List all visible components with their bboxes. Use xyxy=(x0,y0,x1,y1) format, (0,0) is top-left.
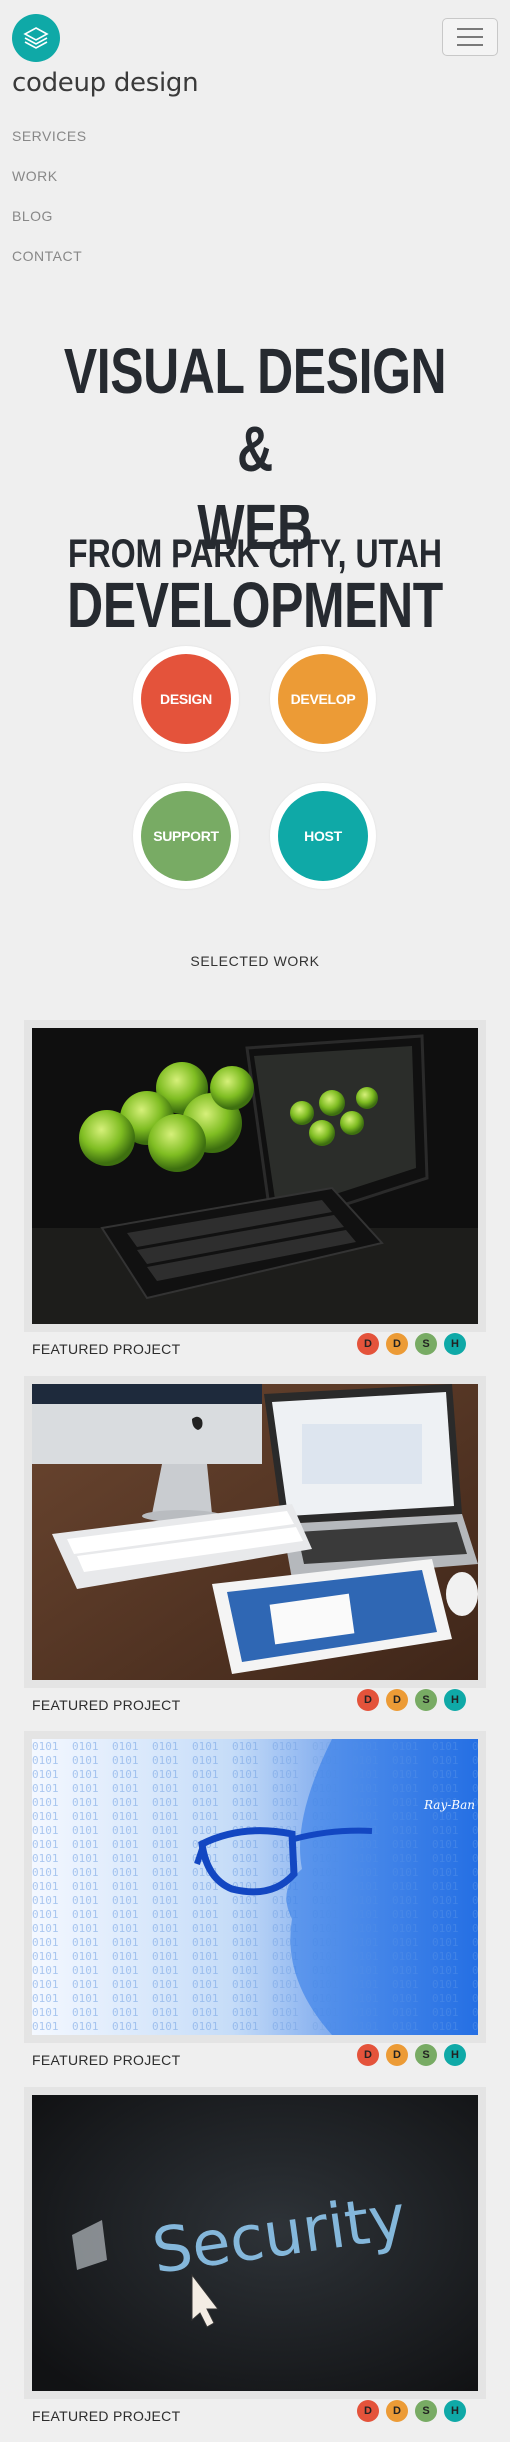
project-card[interactable]: Security xyxy=(24,2087,486,2399)
hamburger-icon-line xyxy=(457,44,483,46)
service-support-label: SUPPORT xyxy=(141,791,231,881)
badge-develop: D xyxy=(386,1333,408,1355)
nav-item-services[interactable]: SERVICES xyxy=(12,128,87,168)
hero-title-line-1: VISUAL DESIGN & xyxy=(63,335,447,485)
tablet-keyboard-image xyxy=(32,1028,478,1324)
badge-design: D xyxy=(357,1333,379,1355)
project-badges: D D S H xyxy=(357,2400,466,2422)
desk-devices-image xyxy=(32,1384,478,1680)
project-badges: D D S H xyxy=(357,2044,466,2066)
project-card[interactable]: 0101 Ray-Ban xyxy=(24,1731,486,2043)
hero-title: VISUAL DESIGN & WEB DEVELOPMENT xyxy=(56,332,454,644)
menu-button[interactable] xyxy=(442,18,498,56)
logo[interactable] xyxy=(12,14,60,62)
badge-support: S xyxy=(415,1333,437,1355)
service-design-label: DESIGN xyxy=(141,654,231,744)
binary-face-image: 0101 Ray-Ban xyxy=(32,1739,478,2035)
service-develop[interactable]: DEVELOP xyxy=(270,646,376,752)
project-image[interactable] xyxy=(32,1384,478,1680)
project-caption: FEATURED PROJECT xyxy=(32,2052,181,2068)
project-badges: D D S H xyxy=(357,1689,466,1711)
project-card[interactable] xyxy=(24,1376,486,1688)
nav-item-contact[interactable]: CONTACT xyxy=(12,248,87,288)
project-caption: FEATURED PROJECT xyxy=(32,2408,181,2424)
project-image[interactable]: Security xyxy=(32,2095,478,2391)
badge-host: H xyxy=(444,1689,466,1711)
badge-develop: D xyxy=(386,2400,408,2422)
badge-host: H xyxy=(444,2400,466,2422)
hamburger-icon xyxy=(457,28,483,30)
main-nav: SERVICES WORK BLOG CONTACT xyxy=(12,128,87,288)
badge-design: D xyxy=(357,2400,379,2422)
svg-text:Ray-Ban: Ray-Ban xyxy=(423,1798,475,1812)
hamburger-icon-line xyxy=(457,36,483,38)
layers-icon xyxy=(23,27,49,49)
badge-support: S xyxy=(415,2400,437,2422)
badge-host: H xyxy=(444,2044,466,2066)
badge-design: D xyxy=(357,1689,379,1711)
badge-host: H xyxy=(444,1333,466,1355)
badge-design: D xyxy=(357,2044,379,2066)
security-image: Security xyxy=(32,2095,478,2391)
badge-develop: D xyxy=(386,2044,408,2066)
project-badges: D D S H xyxy=(357,1333,466,1355)
hero-subtitle: FROM PARK CITY, UTAH xyxy=(68,532,442,576)
service-host[interactable]: HOST xyxy=(270,783,376,889)
selected-work-heading: SELECTED WORK xyxy=(190,953,320,969)
brand-name[interactable]: codeup design xyxy=(12,68,199,98)
project-caption: FEATURED PROJECT xyxy=(32,1341,181,1357)
service-host-label: HOST xyxy=(278,791,368,881)
service-design[interactable]: DESIGN xyxy=(133,646,239,752)
project-image[interactable] xyxy=(32,1028,478,1324)
service-support[interactable]: SUPPORT xyxy=(133,783,239,889)
project-caption: FEATURED PROJECT xyxy=(32,1697,181,1713)
project-image[interactable]: 0101 Ray-Ban xyxy=(32,1739,478,2035)
project-card[interactable] xyxy=(24,1020,486,1332)
nav-item-blog[interactable]: BLOG xyxy=(12,208,87,248)
badge-support: S xyxy=(415,1689,437,1711)
badge-develop: D xyxy=(386,1689,408,1711)
nav-item-work[interactable]: WORK xyxy=(12,168,87,208)
badge-support: S xyxy=(415,2044,437,2066)
service-develop-label: DEVELOP xyxy=(278,654,368,744)
